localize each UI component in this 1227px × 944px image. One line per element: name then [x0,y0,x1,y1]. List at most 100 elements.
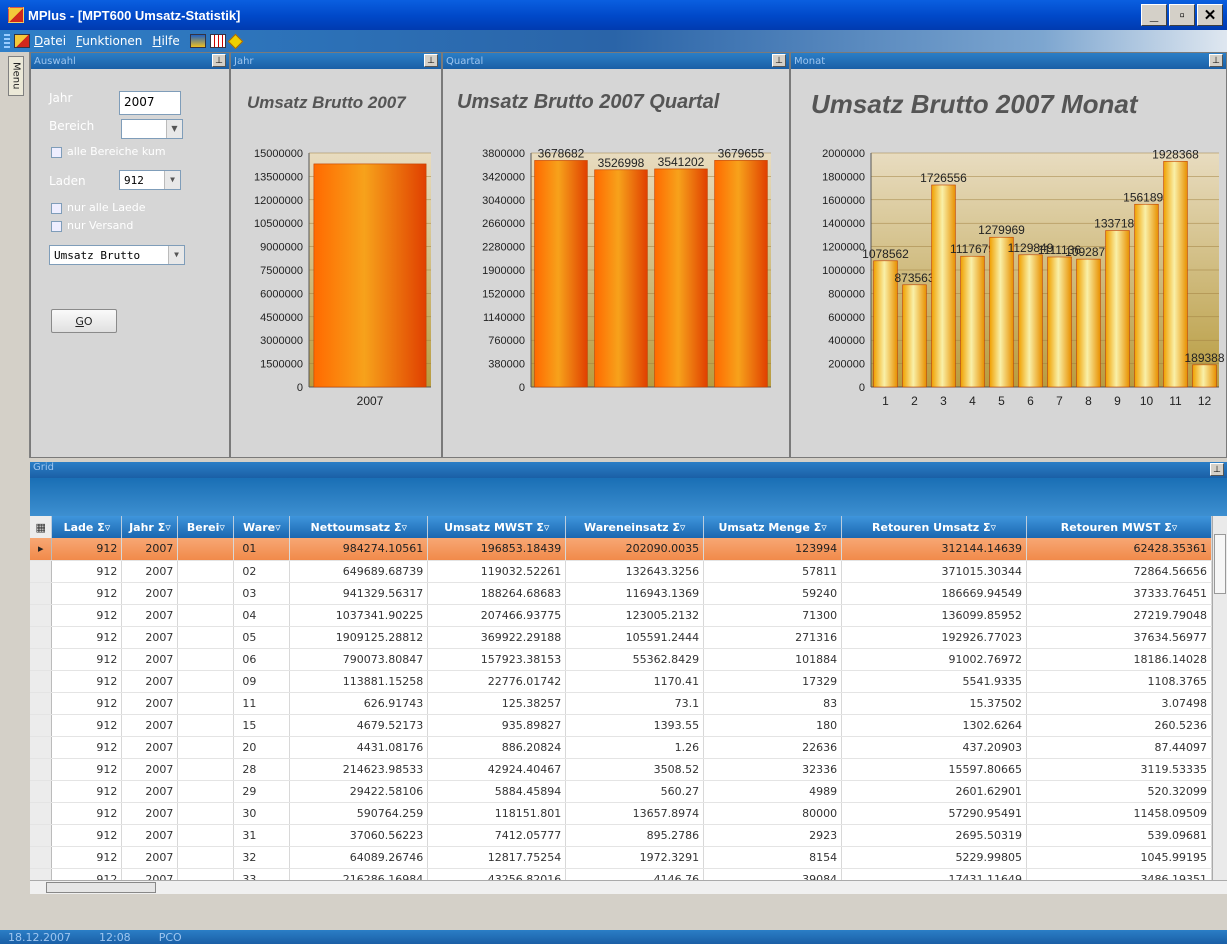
table-cell[interactable]: 369922.29188 [427,626,567,649]
table-cell[interactable]: 912 [51,538,123,561]
table-cell[interactable] [177,538,235,561]
alle-bereiche-checkbox[interactable] [51,147,62,158]
table-cell[interactable]: 13657.8974 [565,802,705,825]
filter-icon[interactable]: ▿ [821,521,827,534]
table-cell[interactable]: 2007 [121,780,179,803]
table-cell[interactable]: 105591.2444 [565,626,705,649]
nur-versand-checkbox[interactable] [51,221,62,232]
table-cell[interactable]: 912 [51,626,123,649]
table-cell[interactable]: 2007 [121,626,179,649]
table-row[interactable]: 912 2007 04 1037341.90225 207466.93775 123005… [30,604,1212,627]
table-row[interactable]: 912 2007 05 1909125.28812 369922.29188 105591… [30,626,1212,649]
sum-icon[interactable]: Σ [532,521,544,534]
table-cell[interactable]: 123994 [703,538,843,561]
table-row[interactable]: 912 2007 31 37060.56223 7412.05777 895.2786 29… [30,824,1212,847]
column-header[interactable]: Umsatz Menge Σ▿ [703,516,843,538]
table-row[interactable]: 912 2007 09 113881.15258 22776.01742 1170.41 1… [30,670,1212,693]
table-cell[interactable]: 11458.09509 [1026,802,1212,825]
scroll-thumb[interactable] [1214,534,1226,594]
table-cell[interactable]: 118151.801 [427,802,567,825]
table-cell[interactable]: 29 [233,780,291,803]
table-cell[interactable]: 312144.14639 [841,538,1028,561]
table-cell[interactable]: 2007 [121,560,179,583]
table-cell[interactable]: 2007 [121,802,179,825]
table-cell[interactable]: 136099.85952 [841,604,1028,627]
table-cell[interactable]: 4431.08176 [289,736,429,759]
table-cell[interactable]: 912 [51,648,123,671]
table-cell[interactable]: 437.20903 [841,736,1028,759]
side-menu-tab[interactable]: Menu [8,56,24,96]
pin-icon[interactable]: ⊥ [424,54,438,67]
pin-icon[interactable]: ⊥ [1209,54,1223,67]
table-cell[interactable]: 2007 [121,714,179,737]
table-cell[interactable]: 01 [233,538,291,561]
row-selector[interactable] [30,582,53,605]
table-cell[interactable]: 2007 [121,648,179,671]
column-header[interactable]: Retouren Umsatz Σ▿ [841,516,1028,538]
table-cell[interactable]: 57811 [703,560,843,583]
sum-icon[interactable]: Σ [979,521,991,534]
table-row[interactable]: 912 2007 20 4431.08176 886.20824 1.26 22636 437… [30,736,1212,759]
filter-icon[interactable]: ▿ [680,521,686,534]
table-cell[interactable] [177,670,235,693]
table-cell[interactable]: 17329 [703,670,843,693]
bereich-select[interactable]: ▼ [121,119,183,139]
menu-funktionen[interactable]: Funktionen [76,34,142,48]
table-cell[interactable]: 2007 [121,758,179,781]
measure-select[interactable]: Umsatz Brutto ▼ [49,245,185,265]
table-cell[interactable]: 02 [233,560,291,583]
table-cell[interactable]: 18186.14028 [1026,648,1212,671]
table-cell[interactable]: 55362.8429 [565,648,705,671]
table-cell[interactable]: 15.37502 [841,692,1028,715]
table-cell[interactable] [177,802,235,825]
row-selector[interactable] [30,868,53,880]
vertical-scrollbar[interactable] [1212,516,1227,880]
column-header[interactable]: Umsatz MWST Σ▿ [427,516,567,538]
table-cell[interactable]: 984274.10561 [289,538,429,561]
sum-icon[interactable]: Σ [810,521,822,534]
table-cell[interactable] [177,648,235,671]
table-cell[interactable]: 101884 [703,648,843,671]
menu-datei[interactable]: Datei [34,34,66,48]
table-cell[interactable]: 22776.01742 [427,670,567,693]
table-cell[interactable]: 1909125.28812 [289,626,429,649]
table-cell[interactable]: 790073.80847 [289,648,429,671]
table-cell[interactable]: 271316 [703,626,843,649]
filter-icon[interactable]: ▿ [544,521,550,534]
table-cell[interactable]: 2007 [121,824,179,847]
table-cell[interactable]: 3.07498 [1026,692,1212,715]
table-row[interactable]: 912 2007 06 790073.80847 157923.38153 55362.8… [30,648,1212,671]
table-cell[interactable]: 29422.58106 [289,780,429,803]
table-cell[interactable]: 62428.35361 [1026,538,1212,561]
table-cell[interactable]: 626.91743 [289,692,429,715]
column-header[interactable]: Jahr Σ▿ [121,516,179,538]
scroll-thumb[interactable] [46,882,156,893]
table-cell[interactable]: 886.20824 [427,736,567,759]
table-cell[interactable]: 1393.55 [565,714,705,737]
table-cell[interactable]: 3508.52 [565,758,705,781]
column-header[interactable]: Berei▿ [177,516,235,538]
filter-icon[interactable]: ▿ [105,521,111,534]
table-cell[interactable]: 59240 [703,582,843,605]
table-cell[interactable]: 33 [233,868,291,880]
nur-alle-laede-checkbox[interactable] [51,203,62,214]
table-cell[interactable]: 05 [233,626,291,649]
row-selector[interactable] [30,560,53,583]
filter-icon[interactable]: ▿ [219,521,225,534]
row-selector[interactable] [30,736,53,759]
table-cell[interactable]: 1108.3765 [1026,670,1212,693]
horizontal-scrollbar[interactable] [30,880,1227,894]
table-cell[interactable]: 192926.77023 [841,626,1028,649]
table-cell[interactable]: 5884.45894 [427,780,567,803]
table-row[interactable]: 912 2007 03 941329.56317 188264.68683 116943.… [30,582,1212,605]
table-cell[interactable]: 196853.18439 [427,538,567,561]
print-icon[interactable] [189,34,206,48]
table-row[interactable]: 912 2007 11 626.91743 125.38257 73.1 83 15.3750… [30,692,1212,715]
table-cell[interactable]: 113881.15258 [289,670,429,693]
table-cell[interactable] [177,560,235,583]
sum-icon[interactable]: Σ [390,521,402,534]
table-cell[interactable]: 37060.56223 [289,824,429,847]
table-cell[interactable]: 912 [51,780,123,803]
minimize-button[interactable]: _ [1141,4,1167,26]
row-selector[interactable] [30,604,53,627]
